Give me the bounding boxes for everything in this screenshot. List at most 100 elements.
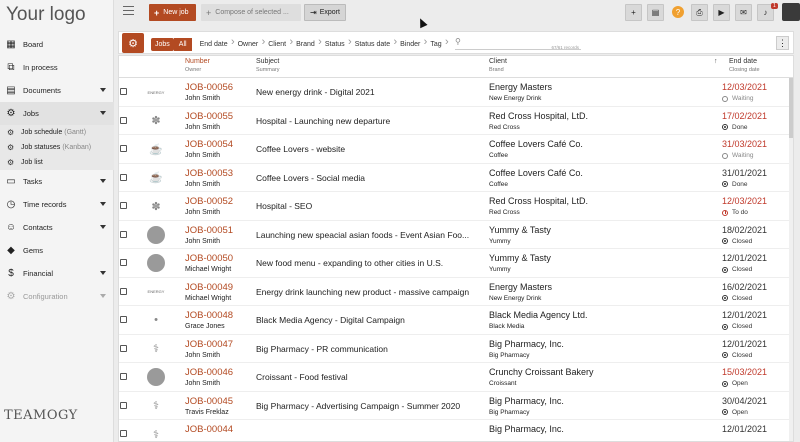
filter-tag[interactable]: Tag: [426, 36, 449, 51]
sidebar-item-in-process[interactable]: ⧉ In process: [0, 56, 114, 79]
job-owner: John Smith: [185, 380, 221, 387]
column-number[interactable]: Number Owner: [185, 58, 210, 74]
sidebar-subitem-job-list[interactable]: ⚙ Job list: [0, 155, 114, 170]
table-row[interactable]: ⚕ JOB-00044 Big Pharmacy, Inc. 12/01/2021: [119, 420, 793, 441]
job-number[interactable]: JOB-00052: [185, 196, 233, 207]
job-number[interactable]: JOB-00045: [185, 396, 233, 407]
filter-brand[interactable]: Brand: [292, 36, 321, 51]
add-icon[interactable]: +: [625, 4, 642, 21]
row-checkbox[interactable]: [120, 259, 127, 266]
sidebar-item-contacts[interactable]: ☺ Contacts: [0, 216, 114, 239]
sidebar-subitem-job-schedule[interactable]: ⚙ Job schedule (Gantt): [0, 125, 114, 140]
job-number[interactable]: JOB-00044: [185, 424, 233, 435]
filter-client[interactable]: Client: [264, 36, 293, 51]
column-end-date[interactable]: End date Closing date: [729, 58, 760, 74]
row-checkbox[interactable]: [120, 344, 127, 352]
status-icon: [722, 380, 728, 387]
scrollbar-thumb[interactable]: [789, 78, 793, 138]
filter-bar: ⚙ Jobs All End date Owner Client Brand S…: [118, 31, 794, 54]
table-row[interactable]: ✽ JOB-00052 John Smith Hospital - SEO Red Cr…: [119, 192, 793, 221]
row-checkbox[interactable]: [120, 88, 127, 95]
job-number[interactable]: JOB-00054: [185, 139, 233, 150]
status-label: Done: [732, 123, 748, 131]
job-end-date: 12/03/2021: [722, 82, 768, 92]
table-row[interactable]: ☕ JOB-00054 John Smith Coffee Lovers - webs…: [119, 135, 793, 164]
chat-icon[interactable]: ✉: [735, 4, 752, 21]
row-checkbox[interactable]: [120, 173, 127, 181]
filter-end-date[interactable]: End date: [196, 36, 235, 51]
column-subject[interactable]: Subject Summary: [256, 58, 280, 74]
filter-status[interactable]: Status: [321, 36, 352, 51]
job-number[interactable]: JOB-00056: [185, 82, 233, 93]
status-label: Closed: [732, 266, 753, 273]
sidebar-item-tasks[interactable]: ▭ Tasks: [0, 170, 114, 193]
sidebar-item-board[interactable]: ▦ Board: [0, 33, 114, 56]
job-client: Big Pharmacy, Inc.: [489, 338, 564, 349]
brand-thumbnail: ⚕: [153, 428, 159, 441]
table-row[interactable]: JOB-00046 John Smith Croissant - Food fest…: [119, 363, 793, 392]
row-checkbox[interactable]: [120, 116, 127, 124]
sidebar-item-financial[interactable]: $ Financial: [0, 262, 114, 285]
scrollbar[interactable]: [789, 78, 793, 441]
teamogy-logo: TEAMOGY: [4, 408, 78, 423]
crumb-all[interactable]: All: [173, 37, 192, 51]
table-row[interactable]: ⚕ JOB-00045 Travis Freklaz Big Pharmacy - A…: [119, 392, 793, 420]
job-number[interactable]: JOB-00051: [185, 225, 233, 236]
avatar[interactable]: [782, 3, 800, 21]
job-number[interactable]: JOB-00055: [185, 111, 233, 122]
table-row[interactable]: ☕ JOB-00053 John Smith Coffee Lovers - Soci…: [119, 164, 793, 192]
brand-thumbnail: [147, 368, 165, 386]
app-logo[interactable]: Your logo: [6, 4, 86, 26]
chevron-down-icon: [100, 111, 106, 115]
search-input[interactable]: ⚲ 67/61 records: [455, 36, 581, 50]
sidebar-item-documents[interactable]: ▤ Documents: [0, 79, 114, 102]
new-job-button[interactable]: + New job: [149, 4, 196, 21]
sidebar-item-gems[interactable]: ◆ Gems: [0, 239, 114, 262]
row-checkbox[interactable]: [120, 287, 127, 295]
export-button[interactable]: ⇥ Export: [304, 4, 346, 21]
column-summary-label: Summary: [256, 67, 280, 73]
status-badge: Closed: [722, 295, 752, 302]
print-icon[interactable]: ⎙: [691, 4, 708, 21]
sidebar-item-time-records[interactable]: ◷ Time records: [0, 193, 114, 216]
table-row[interactable]: JOB-00051 John Smith Launching new speacia…: [119, 221, 793, 249]
filter-owner[interactable]: Owner: [234, 36, 265, 51]
sidebar-subitem-job-statuses[interactable]: ⚙ Job statuses (Kanban): [0, 140, 114, 155]
job-owner: John Smith: [185, 95, 221, 102]
job-number[interactable]: JOB-00049: [185, 282, 233, 293]
column-client[interactable]: Client Brand: [489, 58, 507, 74]
table-row[interactable]: ENERGY JOB-00049 Michael Wright Energy drin…: [119, 278, 793, 306]
job-number[interactable]: JOB-00053: [185, 168, 233, 179]
notes-icon[interactable]: ▤: [647, 4, 664, 21]
help-icon[interactable]: ?: [672, 6, 684, 18]
compose-button[interactable]: + Compose of selected ...: [201, 4, 301, 21]
status-icon: [722, 266, 728, 273]
plus-icon: +: [206, 7, 212, 18]
job-number[interactable]: JOB-00046: [185, 367, 233, 378]
row-checkbox[interactable]: [120, 430, 127, 437]
row-checkbox[interactable]: [120, 316, 127, 323]
job-number[interactable]: JOB-00050: [185, 253, 233, 264]
job-number[interactable]: JOB-00047: [185, 339, 233, 350]
table-row[interactable]: ⚕ JOB-00047 John Smith Big Pharmacy - PR co…: [119, 335, 793, 363]
table-row[interactable]: ✽ JOB-00055 John Smith Hospital - Launching…: [119, 107, 793, 135]
more-options-icon[interactable]: ⋮: [776, 36, 789, 50]
row-checkbox[interactable]: [120, 373, 127, 380]
menu-icon[interactable]: [123, 6, 134, 15]
job-number[interactable]: JOB-00048: [185, 310, 233, 321]
sidebar-item-jobs[interactable]: ⚙ Jobs: [0, 102, 114, 125]
filter-binder[interactable]: Binder: [396, 36, 427, 51]
status-label: Closed: [732, 351, 753, 359]
sort-icon[interactable]: ↑: [714, 58, 718, 65]
filter-status-date[interactable]: Status date: [351, 36, 398, 51]
video-icon[interactable]: ▶: [713, 4, 730, 21]
table-row[interactable]: ENERGY JOB-00056 John Smith New energy drin…: [119, 78, 793, 107]
row-checkbox[interactable]: [120, 230, 127, 238]
sidebar-item-configuration[interactable]: ⚙ Configuration: [0, 285, 114, 308]
table-row[interactable]: • JOB-00048 Grace Jones Black Media Agency …: [119, 306, 793, 335]
row-checkbox[interactable]: [120, 145, 127, 152]
table-row[interactable]: JOB-00050 Michael Wright New food menu - e…: [119, 249, 793, 278]
row-checkbox[interactable]: [120, 401, 127, 409]
row-checkbox[interactable]: [120, 202, 127, 209]
crumb-jobs[interactable]: Jobs: [151, 37, 174, 51]
